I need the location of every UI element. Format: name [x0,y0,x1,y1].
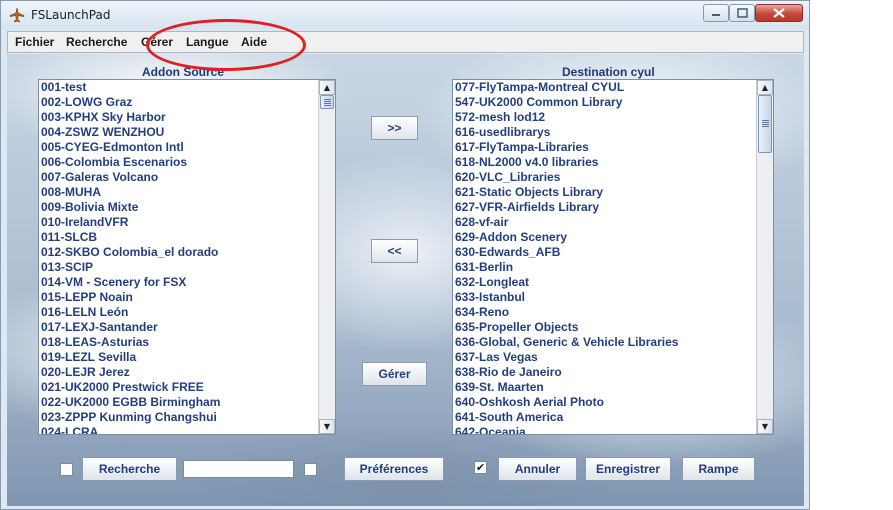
search-input[interactable] [183,460,294,478]
list-item[interactable]: 638-Rio de Janeiro [455,365,755,380]
middle-checkbox[interactable] [304,463,317,476]
list-item[interactable]: 632-Longleat [455,275,755,290]
list-item[interactable]: 015-LEPP Noain [41,290,319,305]
list-item[interactable]: 005-CYEG-Edmonton Intl [41,140,319,155]
list-item[interactable]: 011-SLCB [41,230,319,245]
menu-recherche[interactable]: Recherche [66,35,127,49]
source-list[interactable]: 001-test 002-LOWG Graz 003-KPHX Sky Harbor… [38,79,336,435]
list-item[interactable]: 017-LEXJ-Santander [41,320,319,335]
list-item[interactable]: 020-LEJR Jerez [41,365,319,380]
list-item[interactable]: 635-Propeller Objects [455,320,755,335]
list-item[interactable]: 621-Static Objects Library [455,185,755,200]
list-item[interactable]: 022-UK2000 EGBB Birmingham [41,395,319,410]
list-item[interactable]: 642-Oceania [455,425,755,434]
menu-bar: Fichier Recherche Gérer Langue Aide [7,31,804,53]
list-item[interactable]: 640-Oshkosh Aerial Photo [455,395,755,410]
destination-list[interactable]: 077-FlyTampa-Montreal CYUL 547-UK2000 Com… [452,79,774,435]
scroll-up-arrow-icon[interactable]: ▲ [757,80,773,95]
window-title: FSLaunchPad [31,8,111,22]
list-item[interactable]: 013-SCIP [41,260,319,275]
list-item[interactable]: 620-VLC_Libraries [455,170,755,185]
list-item[interactable]: 014-VM - Scenery for FSX [41,275,319,290]
move-left-button[interactable]: << [371,239,418,263]
title-bar: FSLaunchPad [1,1,809,30]
list-item[interactable]: 018-LEAS-Asturias [41,335,319,350]
list-item[interactable]: 547-UK2000 Common Library [455,95,755,110]
list-item[interactable]: 572-mesh lod12 [455,110,755,125]
list-item[interactable]: 077-FlyTampa-Montreal CYUL [455,80,755,95]
list-item[interactable]: 024-LCRA [41,425,319,434]
left-checkbox[interactable] [60,463,73,476]
close-button[interactable] [755,4,803,22]
list-item[interactable]: 021-UK2000 Prestwick FREE [41,380,319,395]
source-scroll-thumb[interactable] [320,95,334,109]
scroll-down-arrow-icon[interactable]: ▼ [757,419,773,434]
list-item[interactable]: 630-Edwards_AFB [455,245,755,260]
list-item[interactable]: 633-Istanbul [455,290,755,305]
list-item[interactable]: 631-Berlin [455,260,755,275]
list-item[interactable]: 641-South America [455,410,755,425]
list-item[interactable]: 634-Reno [455,305,755,320]
list-item[interactable]: 012-SKBO Colombia_el dorado [41,245,319,260]
app-window: FSLaunchPad Fichier Recherche Gérer Lang… [0,0,810,510]
close-icon [773,8,785,18]
list-item[interactable]: 008-MUHA [41,185,319,200]
checkmark-icon: ✔ [475,461,486,474]
ramp-button[interactable]: Rampe [682,457,755,481]
destination-scroll-thumb[interactable] [758,95,772,153]
source-scrollbar[interactable]: ▲ ▼ [318,80,335,434]
destination-items: 077-FlyTampa-Montreal CYUL 547-UK2000 Com… [455,80,755,434]
list-item[interactable]: 009-Bolivia Mixte [41,200,319,215]
scroll-down-arrow-icon[interactable]: ▼ [319,419,335,434]
list-item[interactable]: 002-LOWG Graz [41,95,319,110]
cancel-button[interactable]: Annuler [498,457,577,481]
list-item[interactable]: 616-usedlibrarys [455,125,755,140]
list-item[interactable]: 636-Global, Generic & Vehicle Libraries [455,335,755,350]
list-item[interactable]: 639-St. Maarten [455,380,755,395]
list-item[interactable]: 627-VFR-Airfields Library [455,200,755,215]
manage-button[interactable]: Gérer [362,362,427,386]
list-item[interactable]: 001-test [41,80,319,95]
list-item[interactable]: 016-LELN León [41,305,319,320]
content-area: Addon Source Destination cyul 001-test 00… [7,54,804,506]
source-items: 001-test 002-LOWG Graz 003-KPHX Sky Harbor… [41,80,319,434]
right-checkbox[interactable]: ✔ [474,461,487,474]
move-right-button[interactable]: >> [371,116,418,140]
list-item[interactable]: 006-Colombia Escenarios [41,155,319,170]
list-item[interactable]: 637-Las Vegas [455,350,755,365]
menu-aide[interactable]: Aide [241,35,267,49]
list-item[interactable]: 618-NL2000 v4.0 libraries [455,155,755,170]
menu-fichier[interactable]: Fichier [15,35,54,49]
list-item[interactable]: 628-vf-air [455,215,755,230]
destination-caption: Destination cyul [562,65,655,79]
destination-scrollbar[interactable]: ▲ ▼ [756,80,773,434]
list-item[interactable]: 617-FlyTampa-Libraries [455,140,755,155]
list-item[interactable]: 023-ZPPP Kunming Changshui [41,410,319,425]
list-item[interactable]: 003-KPHX Sky Harbor [41,110,319,125]
list-item[interactable]: 019-LEZL Sevilla [41,350,319,365]
preferences-button[interactable]: Préférences [344,457,444,481]
search-button[interactable]: Recherche [82,457,177,481]
maximize-button[interactable] [729,4,755,22]
list-item[interactable]: 004-ZSWZ WENZHOU [41,125,319,140]
minimize-button[interactable] [703,4,729,22]
list-item[interactable]: 629-Addon Scenery [455,230,755,245]
scroll-up-arrow-icon[interactable]: ▲ [319,80,335,95]
menu-langue[interactable]: Langue [186,35,229,49]
list-item[interactable]: 010-IrelandVFR [41,215,319,230]
menu-gerer[interactable]: Gérer [141,35,173,49]
source-caption: Addon Source [142,65,225,79]
save-button[interactable]: Enregistrer [585,457,671,481]
list-item[interactable]: 007-Galeras Volcano [41,170,319,185]
airplane-icon [9,7,25,23]
